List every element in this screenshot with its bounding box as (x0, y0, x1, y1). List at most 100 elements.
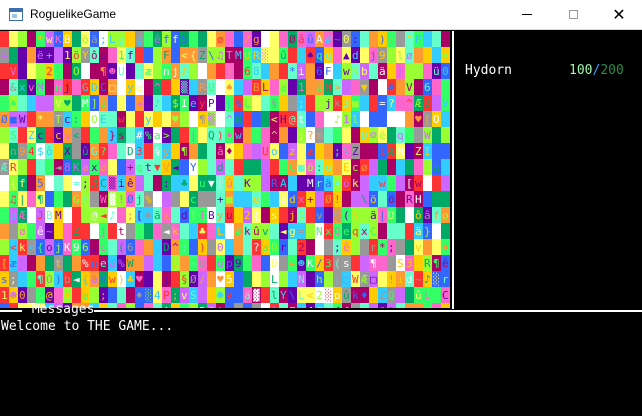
map-tile-glyph: ♪ (109, 209, 116, 222)
map-tile-glyph: ¶ (433, 257, 440, 270)
map-tile-glyph: y (145, 113, 152, 126)
map-tile-glyph: A (163, 305, 170, 308)
map-tile-glyph: □ (109, 81, 116, 94)
map-tile-glyph: ! (118, 193, 125, 206)
map-tile (36, 159, 45, 175)
map-tile (279, 303, 288, 308)
map-tile (423, 63, 432, 79)
map-tile-glyph: % (145, 129, 152, 142)
map-tile-glyph: 2 (316, 289, 323, 302)
map-tile (90, 63, 99, 79)
map-tile (63, 63, 72, 79)
title-bar[interactable]: RoguelikeGame ✕ (0, 0, 642, 30)
map-tile (414, 159, 423, 175)
map-tile-glyph: d (352, 49, 359, 62)
map-tile-glyph: 8 (64, 161, 71, 174)
map-tile-glyph: F (82, 193, 89, 206)
map-tile (405, 143, 414, 159)
map-tile (108, 143, 117, 159)
messages-divider-left (0, 310, 22, 312)
map-tile (0, 191, 9, 207)
maximize-button[interactable] (550, 0, 596, 29)
map-tile (189, 79, 198, 95)
map-tile (0, 303, 9, 308)
map-tile (288, 47, 297, 63)
map-tile-glyph: N (235, 113, 242, 126)
map-tile (18, 271, 27, 287)
map-tile-glyph: c (190, 193, 197, 206)
map-tile-glyph: G (172, 257, 179, 270)
map-tile-glyph: ♥ (415, 113, 422, 126)
map-tile-glyph: \ (343, 145, 350, 158)
map-tile (0, 239, 9, 255)
map-tile (153, 175, 162, 191)
map-tile-glyph: E (100, 113, 107, 126)
map-tile (126, 127, 135, 143)
map-tile (423, 191, 432, 207)
map-tile (441, 111, 450, 127)
map-tile-glyph: ^ (154, 81, 161, 94)
map-tile-glyph: æ (10, 257, 17, 270)
close-button[interactable]: ✕ (596, 0, 642, 29)
map-tile-glyph: ♠ (10, 97, 17, 110)
map-tile (288, 79, 297, 95)
map-tile (153, 111, 162, 127)
map-tile-glyph: ░ (262, 49, 269, 62)
map-tile-glyph: U (118, 65, 125, 78)
map-tile (234, 239, 243, 255)
map-tile-glyph: S (190, 289, 197, 302)
map-tile (171, 271, 180, 287)
map-tile-glyph: o (46, 241, 53, 254)
map-tile (369, 63, 378, 79)
map-tile-glyph: e (100, 257, 107, 270)
map-tile-glyph: / (244, 33, 251, 46)
minimize-button[interactable] (504, 0, 550, 29)
map-tile-glyph: y (181, 193, 188, 206)
map-tile-glyph: y (163, 145, 170, 158)
map-tile (369, 79, 378, 95)
map-tile-glyph: W (19, 113, 26, 126)
map-tile-glyph: r (442, 273, 449, 286)
map-tile (0, 127, 9, 143)
map-tile-glyph: û (280, 49, 287, 62)
map-tile (180, 303, 189, 308)
map-tile-glyph: y (127, 81, 134, 94)
map-tile-glyph: D (361, 129, 368, 142)
map-tile (441, 31, 450, 47)
map-tile (27, 31, 36, 47)
close-icon: ✕ (612, 4, 626, 24)
map-tile-glyph: □ (397, 97, 404, 110)
map-tile-glyph: ♥ (172, 113, 179, 126)
map-tile (432, 223, 441, 239)
map-tile-glyph: ? (253, 241, 260, 254)
map-tile (54, 143, 63, 159)
map-tile-glyph: a (262, 241, 269, 254)
map-tile-glyph: = (379, 97, 386, 110)
map-tile-glyph: q (397, 129, 404, 142)
map-tile (108, 95, 117, 111)
map-tile (117, 143, 126, 159)
map-tile (324, 111, 333, 127)
map-tile (270, 191, 279, 207)
map-tile-glyph: r (316, 177, 323, 190)
map-tile-glyph: l (271, 289, 278, 302)
map-tile (396, 223, 405, 239)
map-tile-glyph: ! (307, 113, 314, 126)
map-tile (189, 111, 198, 127)
map-tile (441, 191, 450, 207)
map-tile-glyph: 2 (244, 209, 251, 222)
map-tile-glyph: 1 (118, 49, 125, 62)
map-tile-glyph: ? (307, 129, 314, 142)
map-tile (0, 63, 9, 79)
map-tile-glyph: t (145, 161, 152, 174)
map-tile (162, 111, 171, 127)
map-tile (396, 31, 405, 47)
map-tile-glyph: j (325, 97, 332, 110)
map-tile-glyph: : (388, 33, 395, 46)
map-tile-glyph: ◄ (73, 273, 80, 286)
map-tile-glyph: Q (334, 225, 341, 238)
map-tile-glyph: p (10, 209, 17, 222)
map-tile-glyph: ♫ (91, 177, 98, 190)
map-tile (252, 95, 261, 111)
map-tile-glyph: e (343, 225, 350, 238)
